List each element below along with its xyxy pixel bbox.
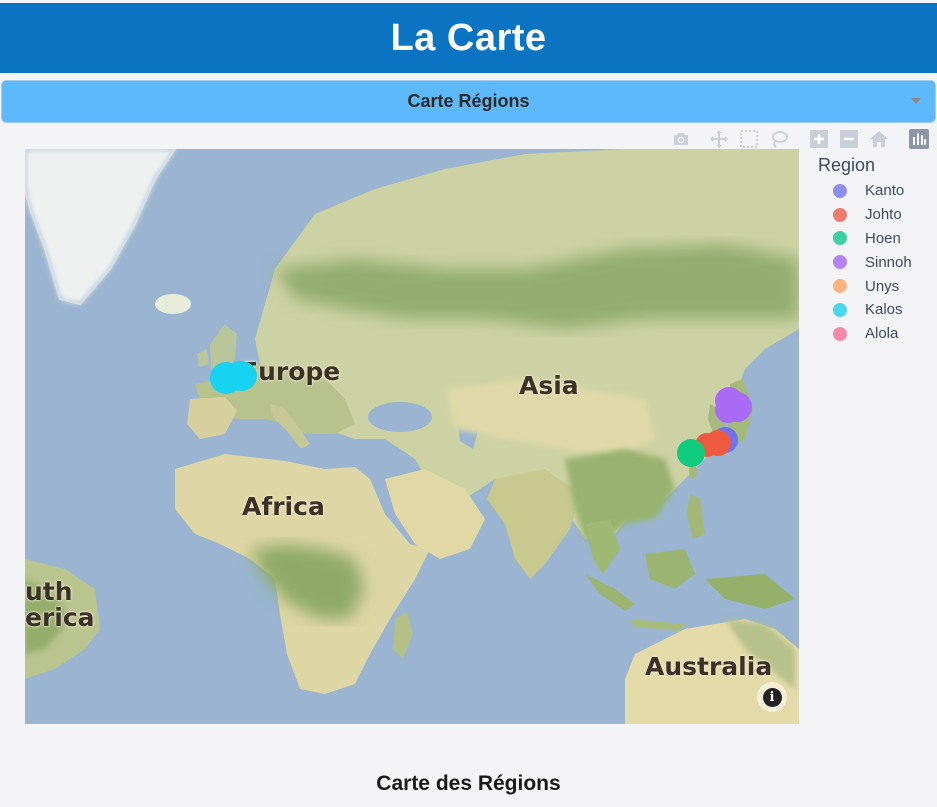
map-section-title: Carte des Régions [376, 772, 561, 795]
basemap [25, 149, 799, 724]
box-select-icon[interactable] [738, 128, 760, 150]
legend-dot [833, 302, 847, 317]
legend-dot [833, 279, 847, 294]
home-icon[interactable] [868, 128, 890, 150]
zoom-out-icon[interactable] [838, 128, 860, 150]
map-selector-dropdown[interactable]: Carte Régions [1, 80, 936, 123]
page-title: La Carte [390, 16, 547, 59]
camera-icon[interactable] [670, 128, 692, 150]
region-map[interactable]: Europe Asia Africa uth erica Australia i [25, 149, 799, 724]
pan-icon[interactable] [708, 128, 730, 150]
legend-label: Kalos [865, 301, 903, 319]
legend-item-hoen[interactable]: Hoen [815, 227, 933, 251]
zoom-in-icon[interactable] [808, 128, 830, 150]
legend-item-johto[interactable]: Johto [815, 203, 933, 227]
info-button[interactable]: i [757, 682, 787, 712]
label-south-america-1: uth [25, 577, 73, 606]
marker-sinnoh[interactable] [715, 397, 741, 423]
legend-dot [833, 255, 847, 270]
legend-dot [833, 207, 847, 222]
chevron-down-icon[interactable] [911, 98, 921, 104]
legend-item-kalos[interactable]: Kalos [815, 298, 933, 322]
map-selector-value: Carte Régions [407, 91, 530, 111]
plotly-logo-icon[interactable] [908, 128, 930, 150]
label-africa: Africa [242, 492, 325, 521]
plot-modebar [668, 128, 933, 150]
legend-item-kanto[interactable]: Kanto [815, 179, 933, 203]
legend: Region Kanto Johto Hoen Sinnoh Unys Kalo… [815, 155, 933, 346]
legend-label: Sinnoh [865, 253, 912, 271]
legend-item-alola[interactable]: Alola [815, 322, 933, 346]
legend-dot [833, 183, 847, 198]
legend-dot [833, 326, 847, 341]
label-south-america-2: erica [25, 603, 95, 632]
label-asia: Asia [519, 371, 579, 400]
marker-kalos[interactable] [225, 361, 257, 391]
marker-hoen[interactable] [677, 439, 705, 467]
legend-dot [833, 231, 847, 246]
legend-item-sinnoh[interactable]: Sinnoh [815, 250, 933, 274]
info-icon: i [762, 687, 782, 707]
legend-label: Hoen [865, 229, 901, 247]
lasso-icon[interactable] [768, 128, 790, 150]
legend-title: Region [818, 155, 876, 175]
page-header: La Carte [0, 3, 937, 73]
legend-label: Unys [865, 277, 900, 295]
legend-label: Johto [865, 206, 902, 224]
legend-item-unys[interactable]: Unys [815, 274, 933, 298]
legend-label: Kanto [865, 182, 905, 200]
label-australia: Australia [645, 652, 773, 681]
legend-label: Alola [865, 325, 899, 343]
